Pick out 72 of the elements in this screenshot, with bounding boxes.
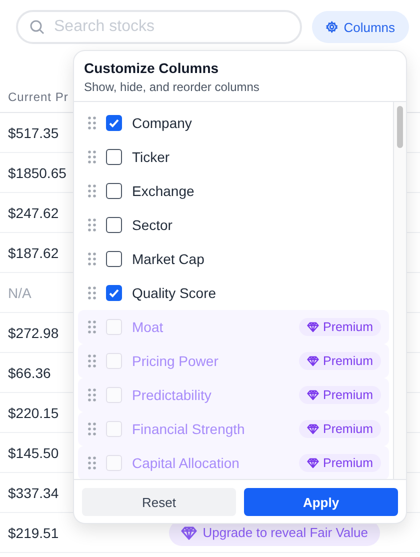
column-option[interactable]: Ticker [78,140,389,174]
gem-icon [306,355,319,367]
price-cell: $219.51 [8,524,59,540]
apply-button[interactable]: Apply [244,488,398,516]
column-option[interactable]: Company [78,106,389,140]
column-option[interactable]: Sector [78,208,389,242]
drag-handle-icon[interactable] [88,286,96,300]
price-cell: $247.62 [8,204,59,220]
search-icon [29,19,45,35]
search-field[interactable]: Search stocks [16,10,302,44]
column-option[interactable]: Quality Score [78,276,389,310]
drag-handle-icon[interactable] [88,422,96,436]
checkbox[interactable] [106,217,122,233]
price-cell: $272.98 [8,324,59,340]
premium-column-option[interactable]: Capital Allocation Premium [78,446,389,479]
column-header: Current Pr [8,90,68,104]
drag-handle-icon[interactable] [88,388,96,402]
column-label: Exchange [132,183,196,199]
price-cell: $187.62 [8,244,59,260]
price-cell: $66.36 [8,364,51,380]
price-cell: $337.34 [8,484,59,500]
badge-label: Premium [322,388,373,402]
column-option[interactable]: Exchange [78,174,389,208]
premium-column-option[interactable]: Financial Strength Premium [78,412,389,446]
check-icon [108,117,120,129]
popover-title: Customize Columns [84,60,220,76]
drag-handle-icon[interactable] [88,456,96,470]
column-label: Predictability [132,387,212,403]
premium-column-option[interactable]: Pricing Power Premium [78,344,389,378]
checkbox[interactable] [106,285,122,301]
price-cell: $220.15 [8,404,59,420]
column-label: Sector [132,217,174,233]
gem-icon [306,457,319,469]
checkbox[interactable] [106,183,122,199]
column-label: Financial Strength [132,421,246,437]
price-cell: $517.35 [8,124,59,140]
drag-handle-icon[interactable] [88,218,96,232]
reset-button[interactable]: Reset [82,488,236,516]
drag-handle-icon[interactable] [88,252,96,266]
drag-handle-icon[interactable] [88,354,96,368]
gem-icon [306,423,319,435]
badge-label: Premium [322,320,373,334]
price-cell: N/A [8,284,32,300]
premium-column-option[interactable]: Predictability Premium [78,378,389,412]
gem-icon [180,524,197,540]
gear-icon [326,21,338,33]
gem-icon [306,389,319,401]
column-label: Pricing Power [132,353,220,369]
column-label: Company [132,115,193,131]
premium-column-option[interactable]: Moat Premium [78,310,389,344]
badge-label: Premium [322,354,373,368]
gem-icon [306,321,319,333]
badge-label: Premium [322,456,373,470]
drag-handle-icon[interactable] [88,184,96,198]
checkbox[interactable] [106,251,122,267]
checkbox[interactable] [106,149,122,165]
popover-subtitle: Show, hide, and reorder columns [84,80,260,94]
column-label: Market Cap [132,251,206,267]
column-label: Moat [132,319,164,335]
drag-handle-icon[interactable] [88,150,96,164]
checkbox[interactable] [106,115,122,131]
drag-handle-icon[interactable] [88,320,96,334]
price-cell: $1850.65 [8,164,66,180]
column-label: Quality Score [132,285,218,301]
price-cell: $145.50 [8,444,59,460]
column-label: Capital Allocation [132,455,240,471]
column-label: Ticker [132,149,171,165]
check-icon [108,287,120,299]
column-option[interactable]: Market Cap [78,242,389,276]
columns-button[interactable]: Columns [312,11,409,43]
badge-label: Premium [322,422,373,436]
drag-handle-icon[interactable] [88,116,96,130]
